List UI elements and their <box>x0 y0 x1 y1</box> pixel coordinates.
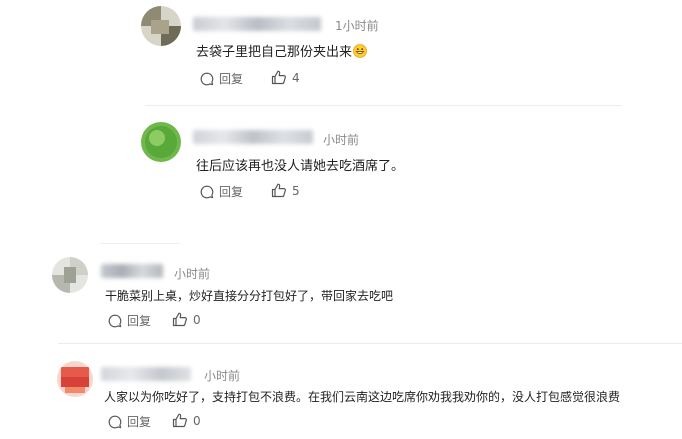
thumbs-up-icon <box>172 312 187 327</box>
divider <box>100 243 180 244</box>
comment-item: 小时前 人家以为你吃好了，支持打包不浪费。在我们云南这边吃席你劝我我劝你的，没人… <box>0 350 682 439</box>
like-count: 0 <box>193 312 201 327</box>
reply-bubble-icon <box>200 185 214 198</box>
reply-label: 回复 <box>127 314 152 328</box>
reply-bubble-icon <box>108 314 122 327</box>
comment-text: 人家以为你吃好了，支持打包不浪费。在我们云南这边吃席你劝我我劝你的，没人打包感觉… <box>104 390 621 404</box>
avatar[interactable] <box>141 6 181 46</box>
comment-text: 干脆菜别上桌，炒好直接分分打包好了，带回家去吃吧 <box>105 289 394 303</box>
divider <box>58 343 682 344</box>
reply-bubble-icon <box>108 415 122 428</box>
reply-button[interactable]: 回复 <box>108 413 151 430</box>
reply-button[interactable]: 回复 <box>200 70 243 87</box>
like-count: 0 <box>193 413 201 428</box>
username[interactable] <box>101 264 163 278</box>
grinning-emoji-icon <box>353 44 367 58</box>
reply-bubble-icon <box>200 72 214 85</box>
divider <box>145 105 622 106</box>
reply-label: 回复 <box>219 185 244 199</box>
thumbs-up-icon <box>271 183 286 198</box>
comment-time: 小时前 <box>174 267 211 281</box>
reply-label: 回复 <box>219 72 244 86</box>
like-button[interactable]: 4 <box>271 70 300 85</box>
like-count: 5 <box>292 183 300 198</box>
like-button[interactable]: 5 <box>271 183 300 198</box>
comment-text: 去袋子里把自己那份夹出来 <box>196 41 367 60</box>
like-button[interactable]: 0 <box>172 413 201 428</box>
comment-time: 小时前 <box>204 369 241 383</box>
comment-item: 小时前 往后应该再也没人请她去吃酒席了。 回复 5 <box>0 110 682 210</box>
comment-item: 小时前 干脆菜别上桌，炒好直接分分打包好了，带回家去吃吧 回复 0 <box>0 250 682 335</box>
thumbs-up-icon <box>271 70 286 85</box>
avatar[interactable] <box>57 361 93 397</box>
reply-button[interactable]: 回复 <box>200 183 243 200</box>
thumbs-up-icon <box>172 413 187 428</box>
comment-text-body: 去袋子里把自己那份夹出来 <box>196 45 353 60</box>
like-count: 4 <box>292 70 300 85</box>
comment-time: 小时前 <box>323 133 360 147</box>
comment-time: 1小时前 <box>335 19 379 33</box>
avatar[interactable] <box>52 257 88 293</box>
username[interactable] <box>193 130 313 144</box>
comment-text: 往后应该再也没人请她去吃酒席了。 <box>196 159 405 174</box>
avatar[interactable] <box>141 122 181 162</box>
like-button[interactable]: 0 <box>172 312 201 327</box>
comment-item: 1小时前 去袋子里把自己那份夹出来 回复 4 <box>0 0 682 100</box>
reply-label: 回复 <box>127 415 152 429</box>
username[interactable] <box>193 17 321 31</box>
reply-button[interactable]: 回复 <box>108 312 151 329</box>
username[interactable] <box>101 367 191 381</box>
